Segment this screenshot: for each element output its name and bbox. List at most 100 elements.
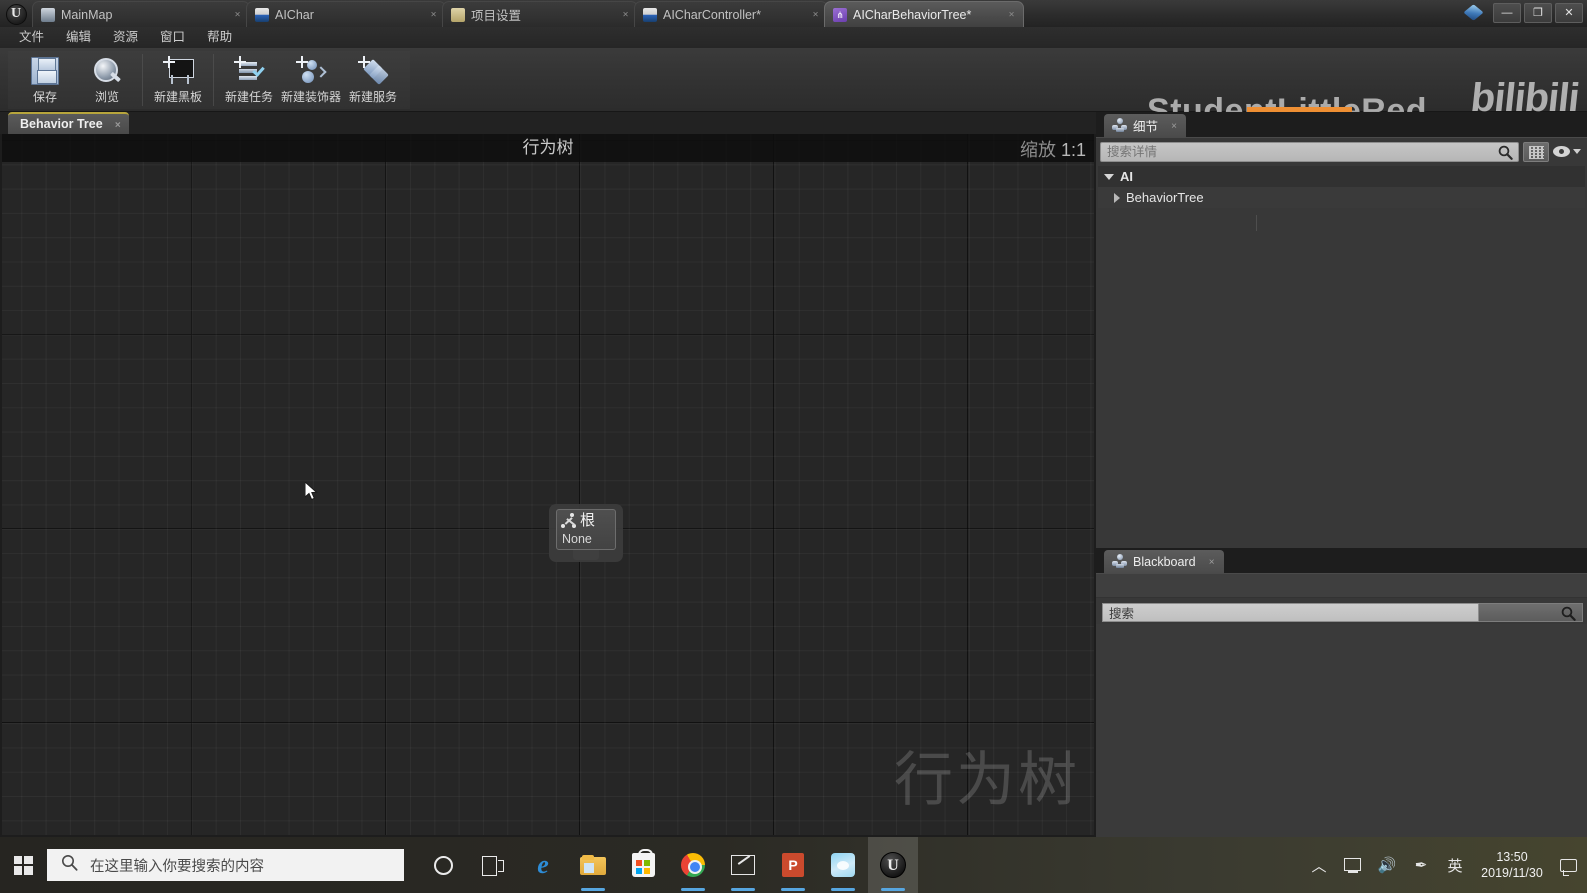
new-decorator-button[interactable]: 新建装饰器 bbox=[280, 52, 342, 108]
blackboard-search-button[interactable] bbox=[1479, 602, 1583, 622]
window-tab-mainmap[interactable]: MainMap × bbox=[32, 1, 250, 27]
window-tab-aichar[interactable]: AIChar × bbox=[246, 1, 446, 27]
network-icon[interactable] bbox=[1337, 837, 1369, 893]
map-icon bbox=[41, 7, 55, 22]
minimize-button[interactable]: — bbox=[1493, 3, 1521, 23]
close-icon[interactable]: × bbox=[1171, 121, 1177, 132]
start-button[interactable] bbox=[0, 837, 46, 893]
blackboard-toolbar bbox=[1096, 574, 1587, 598]
ime-language-indicator[interactable]: 英 bbox=[1439, 837, 1471, 893]
tab-behavior-tree[interactable]: Behavior Tree × bbox=[8, 112, 129, 134]
toolbar-label: 新建服务 bbox=[348, 90, 397, 104]
window-tab-project-settings[interactable]: 项目设置 × bbox=[442, 1, 638, 27]
node-body[interactable]: 根 None bbox=[556, 509, 616, 550]
graph-viewport[interactable]: 行为树 缩放 1:1 根 None 行为树 bbox=[2, 134, 1094, 835]
browse-button[interactable]: 浏览 bbox=[76, 52, 138, 108]
microsoft-store-icon[interactable] bbox=[618, 837, 668, 893]
window-tab-label: AICharBehaviorTree* bbox=[853, 7, 972, 22]
zoom-label: 缩放 bbox=[1019, 140, 1056, 160]
clock[interactable]: 13:50 2019/11/30 bbox=[1473, 837, 1551, 893]
details-search-box[interactable] bbox=[1100, 141, 1519, 162]
tray-expand-chevron-icon[interactable]: ︿ bbox=[1303, 837, 1335, 893]
file-explorer-icon[interactable] bbox=[568, 837, 618, 893]
property-column-splitter[interactable] bbox=[1256, 215, 1257, 231]
close-icon[interactable]: × bbox=[1006, 9, 1017, 20]
unreal-editor-window: U MainMap × AIChar × 项目设置 × AICharContro… bbox=[0, 0, 1587, 893]
mouse-cursor bbox=[305, 482, 319, 502]
close-icon[interactable]: × bbox=[620, 9, 631, 20]
powerpoint-icon[interactable]: P bbox=[768, 837, 818, 893]
close-icon[interactable]: × bbox=[1209, 557, 1215, 568]
grid-view-button[interactable] bbox=[1523, 141, 1549, 162]
visibility-dropdown-button[interactable] bbox=[1553, 142, 1583, 162]
window-tab-aicharcontroller[interactable]: AICharController* × bbox=[634, 1, 828, 27]
taskbar-search-placeholder: 在这里输入你要搜索的内容 bbox=[90, 858, 264, 875]
menu-item-assets[interactable]: 资源 bbox=[102, 27, 149, 48]
close-button[interactable]: ✕ bbox=[1555, 3, 1583, 23]
details-search-input[interactable] bbox=[1107, 142, 1490, 161]
taskbar-app-icons: e P U bbox=[418, 837, 918, 893]
menu-item-window[interactable]: 窗口 bbox=[149, 27, 196, 48]
new-task-button[interactable]: 新建任务 bbox=[218, 52, 280, 108]
property-category-ai[interactable]: AI bbox=[1098, 166, 1585, 187]
blackboard-search-box[interactable]: 搜索 bbox=[1102, 602, 1479, 622]
save-button[interactable]: 保存 bbox=[14, 52, 76, 108]
node-output-pin[interactable] bbox=[573, 550, 599, 560]
whiteboard-icon[interactable] bbox=[718, 837, 768, 893]
new-blackboard-button[interactable]: 新建黑板 bbox=[147, 52, 209, 108]
right-sidebar: 细节 × 搜索详情 AI BehaviorTree Blackboard × 搜… bbox=[1096, 112, 1587, 837]
new-service-button[interactable]: 新建服务 bbox=[342, 52, 404, 108]
collapse-triangle-icon[interactable] bbox=[1114, 192, 1120, 203]
chrome-icon[interactable] bbox=[668, 837, 718, 893]
toolbar-label: 新建黑板 bbox=[153, 90, 202, 104]
windows-taskbar: 在这里输入你要搜索的内容 e P U ︿ 🔊 ✒ 英 13:50 2019/11 bbox=[0, 837, 1587, 893]
close-icon[interactable]: × bbox=[232, 9, 243, 20]
node-header: 根 bbox=[560, 512, 595, 530]
expand-triangle-icon[interactable] bbox=[1104, 173, 1114, 180]
notification-center-icon[interactable] bbox=[1553, 837, 1583, 893]
edge-icon[interactable]: e bbox=[518, 837, 568, 893]
tab-blackboard[interactable]: Blackboard × bbox=[1104, 550, 1224, 573]
property-item-behaviortree[interactable]: BehaviorTree bbox=[1098, 187, 1585, 208]
live-streaming-icon[interactable] bbox=[818, 837, 868, 893]
volume-icon[interactable]: 🔊 bbox=[1371, 837, 1403, 893]
menu-item-help[interactable]: 帮助 bbox=[196, 27, 243, 48]
details-tab-row: 细节 × bbox=[1096, 112, 1587, 137]
unreal-logo-icon: U bbox=[4, 2, 28, 26]
new-blackboard-icon bbox=[161, 55, 195, 87]
graph-tab-row: Behavior Tree × bbox=[0, 112, 1096, 134]
taskbar-search-box[interactable]: 在这里输入你要搜索的内容 bbox=[47, 849, 404, 881]
close-icon[interactable]: × bbox=[115, 120, 121, 131]
graph-title: 行为树 bbox=[522, 138, 574, 157]
behavior-tree-root-node[interactable]: 根 None bbox=[549, 504, 623, 562]
menu-item-file[interactable]: 文件 bbox=[8, 27, 55, 48]
ime-pen-icon[interactable]: ✒ bbox=[1405, 837, 1437, 893]
toolbar-label: 保存 bbox=[32, 90, 57, 104]
clock-time: 13:50 bbox=[1496, 850, 1528, 864]
toolbar-label: 浏览 bbox=[94, 90, 119, 104]
window-controls: — ❐ ✕ bbox=[1464, 2, 1583, 24]
toolbar-button-group: 保存 浏览 新建黑板 新建任务 新建装饰器 新建服务 bbox=[8, 51, 410, 109]
blackboard-search-placeholder: 搜索 bbox=[1109, 606, 1135, 621]
restore-button[interactable]: ❐ bbox=[1524, 3, 1552, 23]
blackboard-panel: 搜索 bbox=[1096, 573, 1587, 837]
search-icon bbox=[1561, 606, 1576, 621]
windows-logo-icon bbox=[13, 855, 33, 875]
search-icon bbox=[1498, 145, 1513, 160]
property-label: AI bbox=[1120, 169, 1133, 184]
blackboard-tab-row: Blackboard × bbox=[1096, 548, 1587, 573]
close-icon[interactable]: × bbox=[810, 9, 821, 20]
property-label: BehaviorTree bbox=[1126, 190, 1204, 205]
graph-watermark: 行为树 bbox=[893, 747, 1080, 813]
unreal-engine-icon[interactable]: U bbox=[868, 837, 918, 893]
window-tab-aicharbehaviortree[interactable]: ⋔ AICharBehaviorTree* × bbox=[824, 1, 1024, 27]
task-view-icon[interactable] bbox=[468, 837, 518, 893]
toolbar-divider bbox=[213, 54, 214, 106]
tab-details[interactable]: 细节 × bbox=[1104, 114, 1187, 137]
close-icon[interactable]: × bbox=[428, 9, 439, 20]
chevron-down-icon bbox=[1573, 149, 1581, 154]
cortana-icon[interactable] bbox=[418, 837, 468, 893]
menu-bar: 文件 编辑 资源 窗口 帮助 bbox=[0, 27, 1587, 48]
behavior-tree-icon: ⋔ bbox=[833, 7, 847, 22]
menu-item-edit[interactable]: 编辑 bbox=[55, 27, 102, 48]
